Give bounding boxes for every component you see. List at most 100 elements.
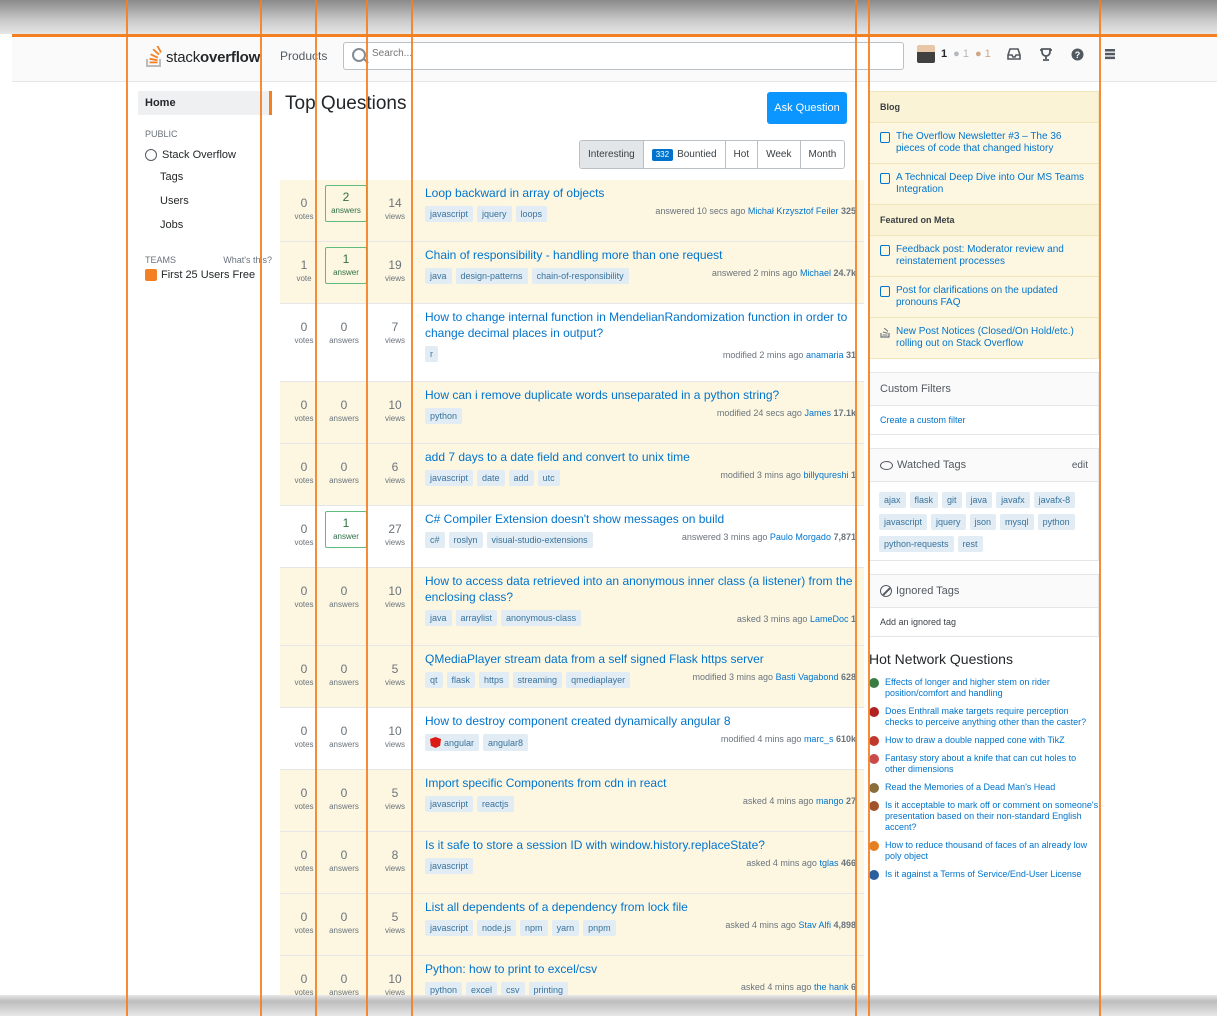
- tag[interactable]: streaming: [512, 672, 563, 688]
- user-link[interactable]: marc_s: [804, 734, 834, 744]
- hot-network-question[interactable]: Is it against a Terms of Service/End-Use…: [869, 869, 1099, 881]
- user-link[interactable]: mango: [816, 796, 844, 806]
- achievements-icon[interactable]: [1037, 45, 1055, 63]
- stackoverflow-logo[interactable]: stackoverflow: [145, 42, 260, 72]
- tag[interactable]: javascript: [425, 920, 474, 936]
- nav-jobs[interactable]: Jobs: [138, 213, 272, 237]
- blog-item[interactable]: The Overflow Newsletter #3 – The 36 piec…: [870, 123, 1098, 164]
- tag[interactable]: yarn: [551, 920, 580, 936]
- tag[interactable]: qmediaplayer: [566, 672, 631, 688]
- user-link[interactable]: the hank: [814, 982, 849, 992]
- tag[interactable]: reactjs: [477, 796, 514, 812]
- question-title-link[interactable]: How can i remove duplicate words unsepar…: [425, 387, 856, 403]
- question-title-link[interactable]: QMediaPlayer stream data from a self sig…: [425, 651, 856, 667]
- tag[interactable]: angular8: [483, 734, 529, 751]
- watched-tag[interactable]: python: [1037, 514, 1075, 530]
- nav-tags[interactable]: Tags: [138, 165, 272, 189]
- create-filter-link[interactable]: Create a custom filter: [880, 415, 966, 425]
- watched-tag[interactable]: jquery: [931, 514, 966, 530]
- user-link[interactable]: Basti Vagabond: [776, 672, 839, 682]
- tag[interactable]: utc: [537, 470, 560, 486]
- user-link[interactable]: James: [804, 408, 831, 418]
- tag[interactable]: https: [479, 672, 509, 688]
- nav-stack-overflow[interactable]: Stack Overflow: [138, 145, 272, 165]
- filter-week[interactable]: Week: [757, 141, 800, 168]
- tag[interactable]: r: [425, 346, 438, 362]
- help-icon[interactable]: ?: [1069, 45, 1087, 63]
- user-link[interactable]: billyqureshi: [803, 470, 848, 480]
- filter-interesting[interactable]: Interesting: [580, 141, 643, 168]
- tag[interactable]: c#: [425, 532, 445, 548]
- question-title-link[interactable]: Is it safe to store a session ID with wi…: [425, 837, 856, 853]
- meta-item[interactable]: New Post Notices (Closed/On Hold/etc.) r…: [870, 318, 1098, 358]
- hot-network-question[interactable]: Read the Memories of a Dead Man's Head: [869, 782, 1099, 794]
- hot-network-question[interactable]: How to draw a double napped cone with Ti…: [869, 735, 1099, 747]
- watched-tag[interactable]: json: [969, 514, 997, 530]
- question-title-link[interactable]: Import specific Components from cdn in r…: [425, 775, 856, 791]
- tag[interactable]: anonymous-class: [501, 610, 582, 626]
- filter-hot[interactable]: Hot: [724, 141, 758, 168]
- tag[interactable]: roslyn: [448, 532, 483, 548]
- question-title-link[interactable]: List all dependents of a dependency from…: [425, 899, 856, 915]
- tag[interactable]: loops: [515, 206, 548, 222]
- user-link[interactable]: LameDoc: [810, 614, 849, 624]
- tag[interactable]: angular: [425, 734, 480, 751]
- tag[interactable]: javascript: [425, 206, 474, 222]
- tag[interactable]: node.js: [477, 920, 517, 936]
- nav-home[interactable]: Home: [138, 91, 272, 115]
- tag[interactable]: date: [477, 470, 505, 486]
- hot-network-question[interactable]: Does Enthrall make targets require perce…: [869, 706, 1099, 728]
- avatar[interactable]: [917, 45, 935, 63]
- watched-tag[interactable]: flask: [909, 492, 939, 508]
- user-link[interactable]: Michael: [800, 268, 831, 278]
- watched-tag[interactable]: python-requests: [879, 536, 954, 552]
- tag[interactable]: flask: [446, 672, 476, 688]
- tag[interactable]: javascript: [425, 796, 474, 812]
- question-title-link[interactable]: Chain of responsibility - handling more …: [425, 247, 856, 263]
- meta-item[interactable]: Post for clarifications on the updated p…: [870, 277, 1098, 318]
- user-link[interactable]: Paulo Morgado: [770, 532, 831, 542]
- watched-tag[interactable]: ajax: [879, 492, 906, 508]
- blog-item[interactable]: A Technical Deep Dive into Our MS Teams …: [870, 164, 1098, 205]
- hot-network-question[interactable]: How to reduce thousand of faces of an al…: [869, 840, 1099, 862]
- hot-network-question[interactable]: Fantasy story about a knife that can cut…: [869, 753, 1099, 775]
- tag[interactable]: arraylist: [455, 610, 498, 626]
- tag[interactable]: add: [508, 470, 534, 486]
- watched-tag[interactable]: java: [965, 492, 993, 508]
- question-title-link[interactable]: Loop backward in array of objects: [425, 185, 856, 201]
- site-switcher-icon[interactable]: [1101, 45, 1119, 63]
- ask-question-button[interactable]: Ask Question: [767, 92, 847, 124]
- watched-tag[interactable]: git: [942, 492, 962, 508]
- question-title-link[interactable]: C# Compiler Extension doesn't show messa…: [425, 511, 856, 527]
- question-title-link[interactable]: How to change internal function in Mende…: [425, 309, 856, 341]
- tag[interactable]: design-patterns: [455, 268, 528, 284]
- question-title-link[interactable]: How to destroy component created dynamic…: [425, 713, 856, 729]
- watched-tags-edit[interactable]: edit: [1072, 460, 1088, 471]
- tag[interactable]: npm: [520, 920, 548, 936]
- user-link[interactable]: Michał Krzysztof Feiler: [748, 206, 839, 216]
- user-link[interactable]: tglas: [819, 858, 838, 868]
- hot-network-question[interactable]: Effects of longer and higher stem on rid…: [869, 677, 1099, 699]
- tag[interactable]: java: [425, 610, 452, 626]
- products-menu[interactable]: Products: [280, 49, 327, 63]
- question-title-link[interactable]: How to access data retrieved into an ano…: [425, 573, 856, 605]
- tag[interactable]: pnpm: [583, 920, 616, 936]
- tag[interactable]: javascript: [425, 858, 474, 874]
- tag[interactable]: java: [425, 268, 452, 284]
- tag[interactable]: javascript: [425, 470, 474, 486]
- question-title-link[interactable]: Python: how to print to excel/csv: [425, 961, 856, 977]
- watched-tag[interactable]: javascript: [879, 514, 928, 530]
- teams-free-link[interactable]: First 25 Users Free: [138, 269, 272, 281]
- watched-tag[interactable]: javafx-8: [1033, 492, 1076, 508]
- user-link[interactable]: anamaria: [806, 350, 844, 360]
- watched-tag[interactable]: javafx: [996, 492, 1030, 508]
- whats-this-link[interactable]: What's this?: [223, 255, 272, 265]
- user-link[interactable]: Stav Alfi: [798, 920, 831, 930]
- add-ignored-tag-link[interactable]: Add an ignored tag: [880, 617, 956, 627]
- tag[interactable]: jquery: [477, 206, 512, 222]
- question-title-link[interactable]: add 7 days to a date field and convert t…: [425, 449, 856, 465]
- watched-tag[interactable]: mysql: [1000, 514, 1034, 530]
- nav-users[interactable]: Users: [138, 189, 272, 213]
- tag[interactable]: qt: [425, 672, 443, 688]
- tag[interactable]: visual-studio-extensions: [486, 532, 593, 548]
